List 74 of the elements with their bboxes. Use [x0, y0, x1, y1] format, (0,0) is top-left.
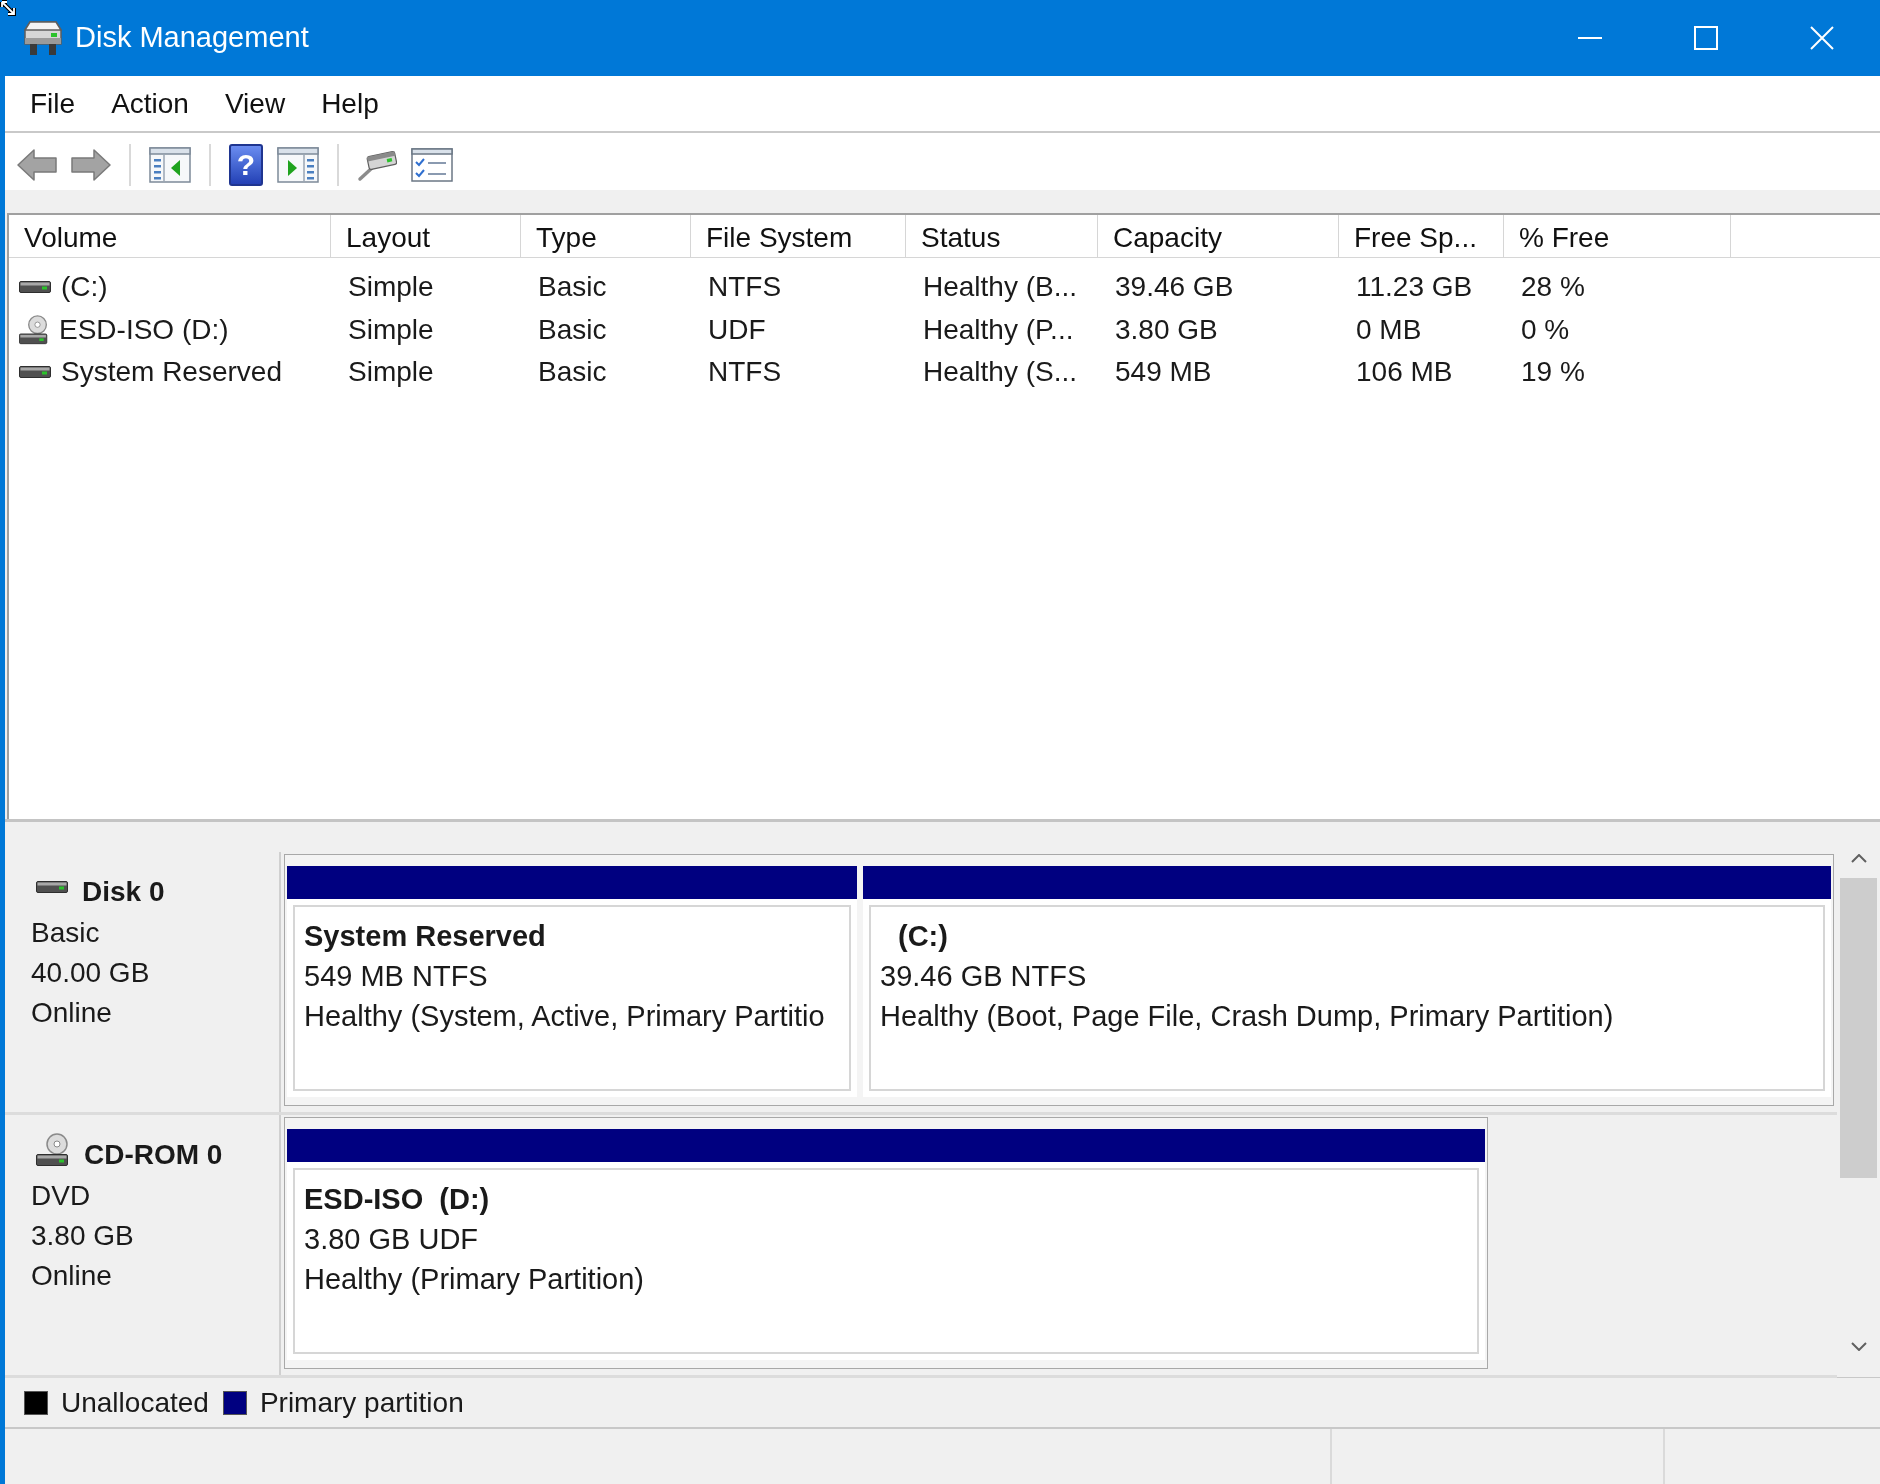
table-cell-text: NTFS [708, 270, 782, 305]
maximize-icon [1694, 26, 1718, 50]
partition-name: System Reserved [304, 919, 546, 955]
disk-name: CD-ROM 0 [84, 1138, 223, 1172]
hard-drive-icon [19, 366, 51, 379]
partition-size: 3.80 GB UDF [304, 1222, 479, 1258]
table-cell-text: Basic [538, 312, 607, 347]
partition-size: 549 MB NTFS [304, 959, 488, 995]
column-header[interactable]: Layout [331, 215, 521, 257]
table-cell-text: 19 % [1521, 355, 1585, 390]
partition-box[interactable]: System Reserved 549 MB NTFS Healthy (System, Active, Primary Partitio [293, 905, 851, 1091]
close-icon [1810, 26, 1834, 50]
app-drive-icon [24, 20, 62, 56]
table-cell-text: 39.46 GB [1115, 270, 1234, 305]
column-header[interactable]: Free Sp... [1339, 215, 1504, 257]
table-cell-text: UDF [708, 312, 766, 347]
back-arrow-icon[interactable] [17, 148, 57, 181]
table-cell-text: 28 % [1521, 270, 1585, 305]
table-cell-text: 106 MB [1356, 355, 1453, 390]
forward-arrow-icon[interactable] [71, 148, 111, 181]
disk-size: 3.80 GB [31, 1219, 134, 1253]
partition-status: Healthy (System, Active, Primary Partitio [304, 999, 825, 1035]
partition-status: Healthy (Boot, Page File, Crash Dump, Primary Partition) [880, 999, 1614, 1035]
help-button[interactable]: ? [229, 143, 263, 186]
cursor-icon [0, 0, 18, 18]
column-header[interactable]: Type [521, 215, 691, 257]
hard-drive-icon [19, 281, 51, 294]
checklist-window-icon[interactable] [411, 147, 453, 182]
column-header[interactable]: % Free [1504, 215, 1731, 257]
cd-drive-icon [36, 1133, 70, 1167]
table-cell-text: 549 MB [1115, 355, 1212, 390]
table-cell-text: 0 MB [1356, 312, 1422, 347]
volume-name: (C:) [61, 270, 108, 305]
partition-name: (C:) [898, 919, 948, 955]
table-cell-text: Simple [348, 270, 434, 305]
partition-box[interactable]: (C:) 39.46 GB NTFS Healthy (Boot, Page File, Crash Dump, Primary Partition) [869, 905, 1825, 1091]
table-cell-text: Simple [348, 312, 434, 347]
scroll-up-icon[interactable] [1850, 854, 1867, 863]
table-cell-text: 3.80 GB [1115, 312, 1218, 347]
legend-label: Unallocated [61, 1385, 209, 1420]
disk-name: Disk 0 [82, 875, 165, 909]
right-panel-window-icon[interactable] [277, 146, 319, 183]
column-header[interactable]: Capacity [1098, 215, 1339, 257]
disk-type: Basic [31, 916, 100, 950]
volume-name: ESD-ISO (D:) [59, 312, 229, 347]
partition-name: ESD-ISO (D:) [304, 1182, 490, 1218]
table-cell-text: 0 % [1521, 312, 1570, 347]
disk-type: DVD [31, 1179, 91, 1213]
partition-status: Healthy (Primary Partition) [304, 1262, 645, 1298]
table-cell-text: Simple [348, 355, 434, 390]
scrollbar-thumb[interactable] [1840, 878, 1877, 1178]
partition-box[interactable]: ESD-ISO (D:) 3.80 GB UDF Healthy (Primary Partition) [293, 1168, 1479, 1354]
disk-status: Online [31, 1259, 112, 1293]
legend-label: Primary partition [259, 1385, 464, 1420]
disk-size: 40.00 GB [31, 956, 150, 990]
table-cell-text: 11.23 GB [1356, 270, 1473, 305]
column-header[interactable]: File System [691, 215, 906, 257]
table-cell-text: Healthy (P... [923, 312, 1074, 347]
table-cell-text: Basic [538, 270, 607, 305]
column-header[interactable]: Volume [9, 215, 331, 257]
column-header[interactable]: Status [906, 215, 1098, 257]
volume-name: System Reserved [61, 355, 282, 390]
table-cell-text: NTFS [708, 355, 782, 390]
disk-status: Online [31, 996, 112, 1030]
scroll-down-icon[interactable] [1850, 1342, 1867, 1351]
window-title: Disk Management [75, 20, 309, 56]
minimize-icon [1578, 37, 1602, 39]
cd-drive-icon [19, 314, 49, 345]
table-cell-text: Healthy (B... [923, 270, 1078, 305]
hard-drive-icon [36, 881, 68, 893]
partition-size: 39.46 GB NTFS [880, 959, 1087, 995]
table-cell-text: Healthy (S... [923, 355, 1078, 390]
left-panel-window-icon[interactable] [149, 146, 191, 183]
table-cell-text: Basic [538, 355, 607, 390]
